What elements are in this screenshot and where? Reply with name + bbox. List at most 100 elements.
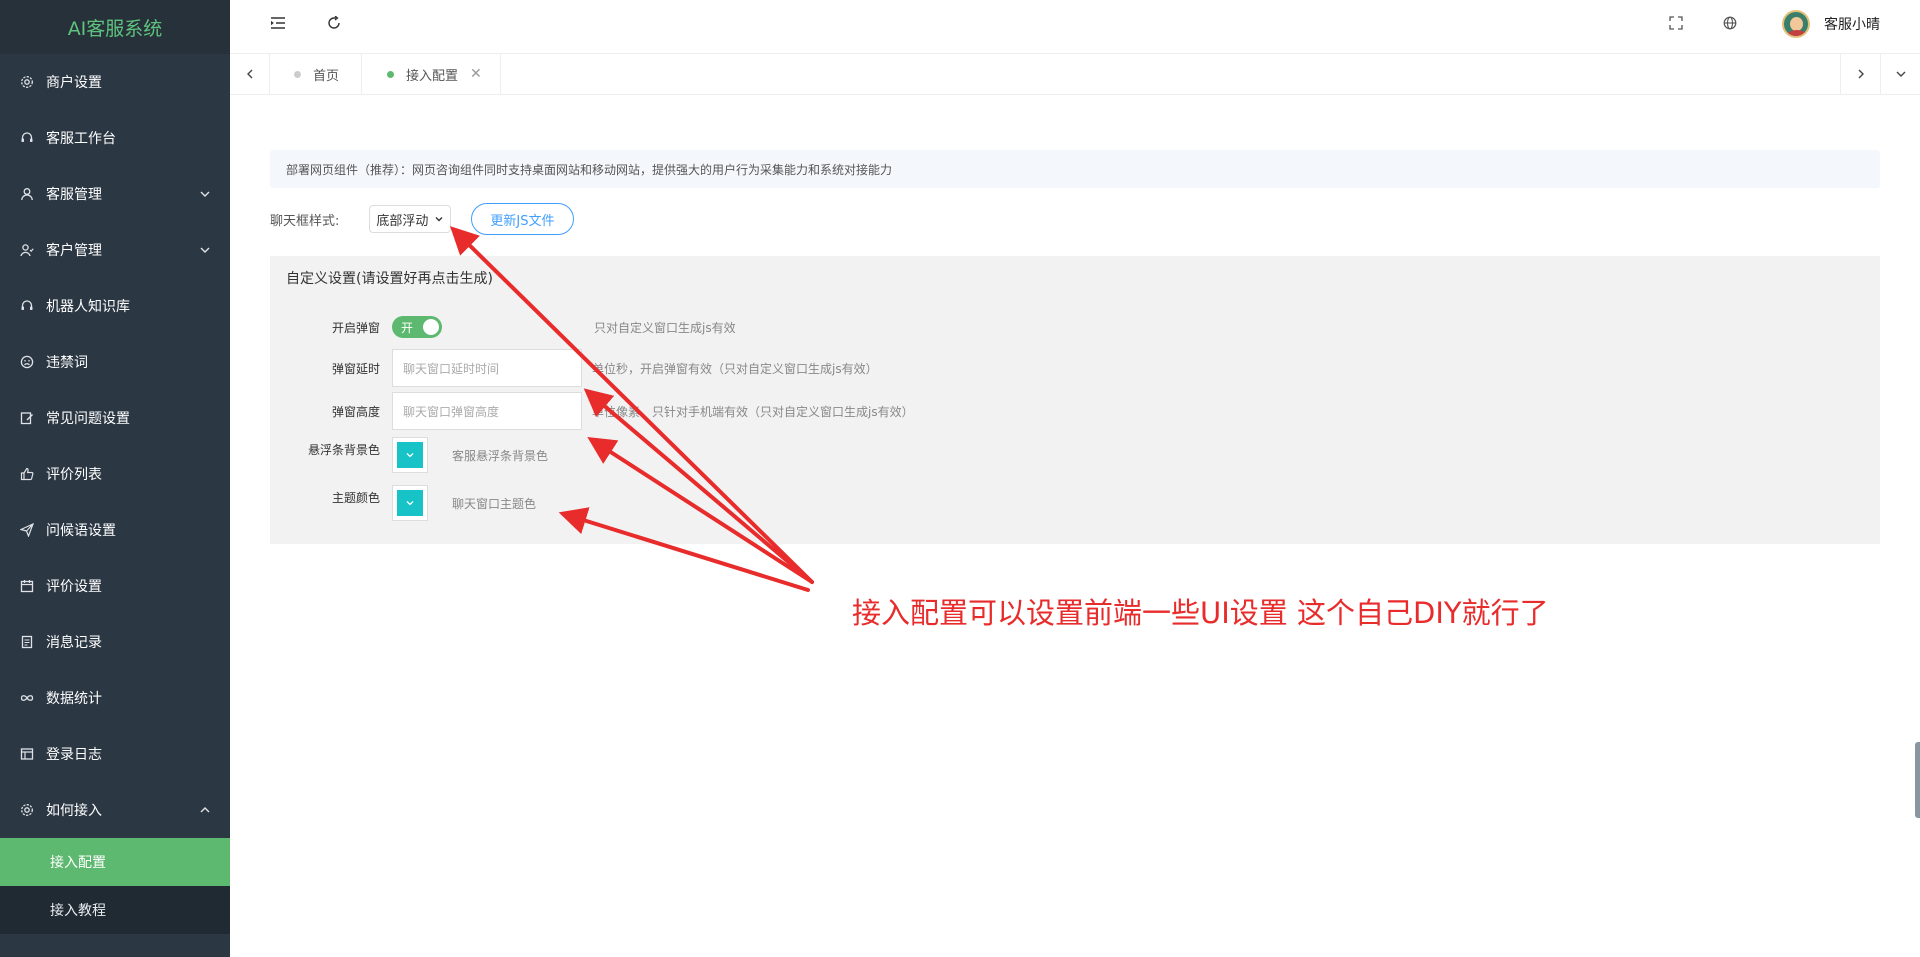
headset-icon [20, 131, 34, 145]
avatar [1782, 10, 1810, 38]
sidebar-item-review-list[interactable]: 评价列表 [0, 446, 230, 502]
tab-status-dot [387, 70, 394, 78]
user-name: 客服小晴 [1824, 17, 1880, 33]
theme-color-hint: 聊天窗口主题色 [452, 496, 537, 511]
notice-text: 部署网页组件（推荐）：网页咨询组件同时支持桌面网站和移动网站，提供强大的用户行为… [286, 162, 893, 177]
popup-height-placeholder: 聊天窗口弹窗高度 [403, 404, 500, 419]
color-swatch [397, 490, 423, 516]
document-icon [20, 635, 34, 649]
sidebar-item-label: 评价设置 [46, 579, 102, 595]
chevron-up-icon [198, 803, 212, 817]
update-js-button[interactable]: 更新JS文件 [471, 203, 574, 235]
toggle-knob [423, 319, 439, 335]
sidebar-item-robot-knowledge[interactable]: 机器人知识库 [0, 278, 230, 334]
sidebar-item-label: 客服管理 [46, 187, 102, 203]
popup-height-input[interactable]: 聊天窗口弹窗高度 [392, 392, 582, 430]
sidebar: AI客服系统 商户设置 客服工作台 客服管理 客户管理 机器人知识库 违禁词 常… [0, 0, 230, 957]
popup-delay-row: 弹窗延时 聊天窗口延时时间 单位秒，开启弹窗有效（只对自定义窗口生成js有效） [270, 349, 878, 387]
app-logo[interactable]: AI客服系统 [0, 0, 230, 54]
gear-icon [20, 75, 34, 89]
tab-dropdown[interactable] [1880, 54, 1920, 94]
sidebar-item-label: 违禁词 [46, 355, 88, 371]
refresh-icon[interactable] [324, 0, 344, 46]
send-icon [20, 523, 34, 537]
chevron-down-icon [406, 453, 414, 458]
table-icon [20, 747, 34, 761]
sidebar-item-agent-workbench[interactable]: 客服工作台 [0, 110, 230, 166]
chevron-down-icon [198, 243, 212, 257]
sidebar-item-label: 如何接入 [46, 803, 102, 819]
menu-fold-icon[interactable] [268, 0, 288, 46]
sidebar-subitem-integration-config[interactable]: 接入配置 [0, 838, 230, 886]
float-bg-color-row: 悬浮条背景色 客服悬浮条背景色 [270, 437, 548, 473]
tab-home[interactable]: 首页 [270, 54, 363, 94]
user-icon [20, 187, 34, 201]
chevron-down-icon [406, 501, 414, 506]
popup-label: 开启弹窗 [331, 320, 380, 335]
tab-scroll-left[interactable] [230, 54, 270, 94]
close-icon[interactable]: ✕ [470, 66, 482, 82]
tab-bar: 首页 接入配置 ✕ [230, 54, 1920, 95]
chevron-down-icon [198, 187, 212, 201]
thumbs-up-icon [20, 467, 34, 481]
fullscreen-icon[interactable] [1666, 0, 1686, 46]
sidebar-item-faq-settings[interactable]: 常见问题设置 [0, 390, 230, 446]
chevron-left-icon [246, 69, 252, 79]
sidebar-subitem-label: 接入教程 [50, 903, 106, 919]
infinity-icon [20, 691, 34, 705]
sidebar-subitem-integration-tutorial[interactable]: 接入教程 [0, 886, 230, 934]
sidebar-item-login-log[interactable]: 登录日志 [0, 726, 230, 782]
chevron-down-icon [1896, 71, 1905, 77]
sidebar-item-review-settings[interactable]: 评价设置 [0, 558, 230, 614]
float-bg-label: 悬浮条背景色 [307, 443, 380, 457]
popup-toggle[interactable]: 开 [392, 316, 442, 338]
sidebar-item-customer-management[interactable]: 客户管理 [0, 222, 230, 278]
popup-height-label: 弹窗高度 [331, 404, 380, 419]
sidebar-item-label: 评价列表 [46, 467, 102, 483]
sidebar-item-agent-management[interactable]: 客服管理 [0, 166, 230, 222]
side-floating-tab[interactable] [1915, 742, 1920, 818]
chevron-down-icon [435, 217, 443, 222]
theme-color-row: 主题颜色 聊天窗口主题色 [270, 485, 536, 521]
globe-icon[interactable] [1720, 0, 1740, 46]
panel-title: 自定义设置(请设置好再点击生成) [286, 271, 493, 287]
gear-icon [20, 803, 34, 817]
top-header: 客服小晴 [230, 0, 1920, 54]
theme-color-picker[interactable] [392, 485, 428, 521]
float-bg-hint: 客服悬浮条背景色 [452, 448, 549, 463]
sidebar-item-message-records[interactable]: 消息记录 [0, 614, 230, 670]
tab-label: 接入配置 [406, 68, 459, 84]
annotation-text: 接入配置可以设置前端一些UI设置 这个自己DIY就行了 [852, 596, 1549, 630]
main-content: 部署网页组件（推荐）：网页咨询组件同时支持桌面网站和移动网站，提供强大的用户行为… [230, 95, 1920, 957]
color-swatch [397, 442, 423, 468]
tab-label: 首页 [313, 68, 340, 84]
popup-height-hint: 单位像素，只针对手机端有效（只对自定义窗口生成js有效） [592, 404, 914, 419]
popup-delay-hint: 单位秒，开启弹窗有效（只对自定义窗口生成js有效） [592, 361, 878, 376]
chat-style-select[interactable]: 底部浮动 [369, 205, 452, 233]
tab-scroll-right[interactable] [1840, 54, 1880, 94]
submenu-how-to-integrate: 接入配置 接入教程 [0, 838, 230, 934]
popup-hint: 只对自定义窗口生成js有效 [594, 320, 736, 335]
float-bg-color-picker[interactable] [392, 437, 428, 473]
sidebar-item-banned-words[interactable]: 违禁词 [0, 334, 230, 390]
chat-style-label: 聊天框样式: [270, 213, 340, 229]
notice-banner: 部署网页组件（推荐）：网页咨询组件同时支持桌面网站和移动网站，提供强大的用户行为… [270, 150, 1880, 188]
chat-style-row: 聊天框样式: 底部浮动 更新JS文件 [270, 203, 574, 235]
sidebar-item-how-to-integrate[interactable]: 如何接入 [0, 782, 230, 838]
sidebar-item-greeting-settings[interactable]: 问候语设置 [0, 502, 230, 558]
calendar-icon [20, 579, 34, 593]
popup-toggle-text: 开 [401, 320, 414, 335]
sidebar-item-merchant-settings[interactable]: 商户设置 [0, 54, 230, 110]
sidebar-item-label: 常见问题设置 [46, 411, 130, 427]
sidebar-item-statistics[interactable]: 数据统计 [0, 670, 230, 726]
popup-delay-placeholder: 聊天窗口延时时间 [403, 361, 500, 376]
tab-integration-config[interactable]: 接入配置 ✕ [363, 54, 501, 94]
sidebar-item-label: 客服工作台 [46, 131, 116, 147]
custom-settings-panel: 自定义设置(请设置好再点击生成) 开启弹窗 开 只对自定义窗口生成js有效 弹窗… [270, 256, 1880, 544]
sidebar-menu: 商户设置 客服工作台 客服管理 客户管理 机器人知识库 违禁词 常见问题设置 评… [0, 54, 230, 838]
tab-status-dot [294, 70, 301, 78]
sidebar-item-label: 数据统计 [46, 691, 102, 707]
theme-color-label: 主题颜色 [331, 491, 380, 505]
user-menu[interactable]: 客服小晴 [1782, 10, 1880, 38]
popup-delay-input[interactable]: 聊天窗口延时时间 [392, 349, 582, 387]
